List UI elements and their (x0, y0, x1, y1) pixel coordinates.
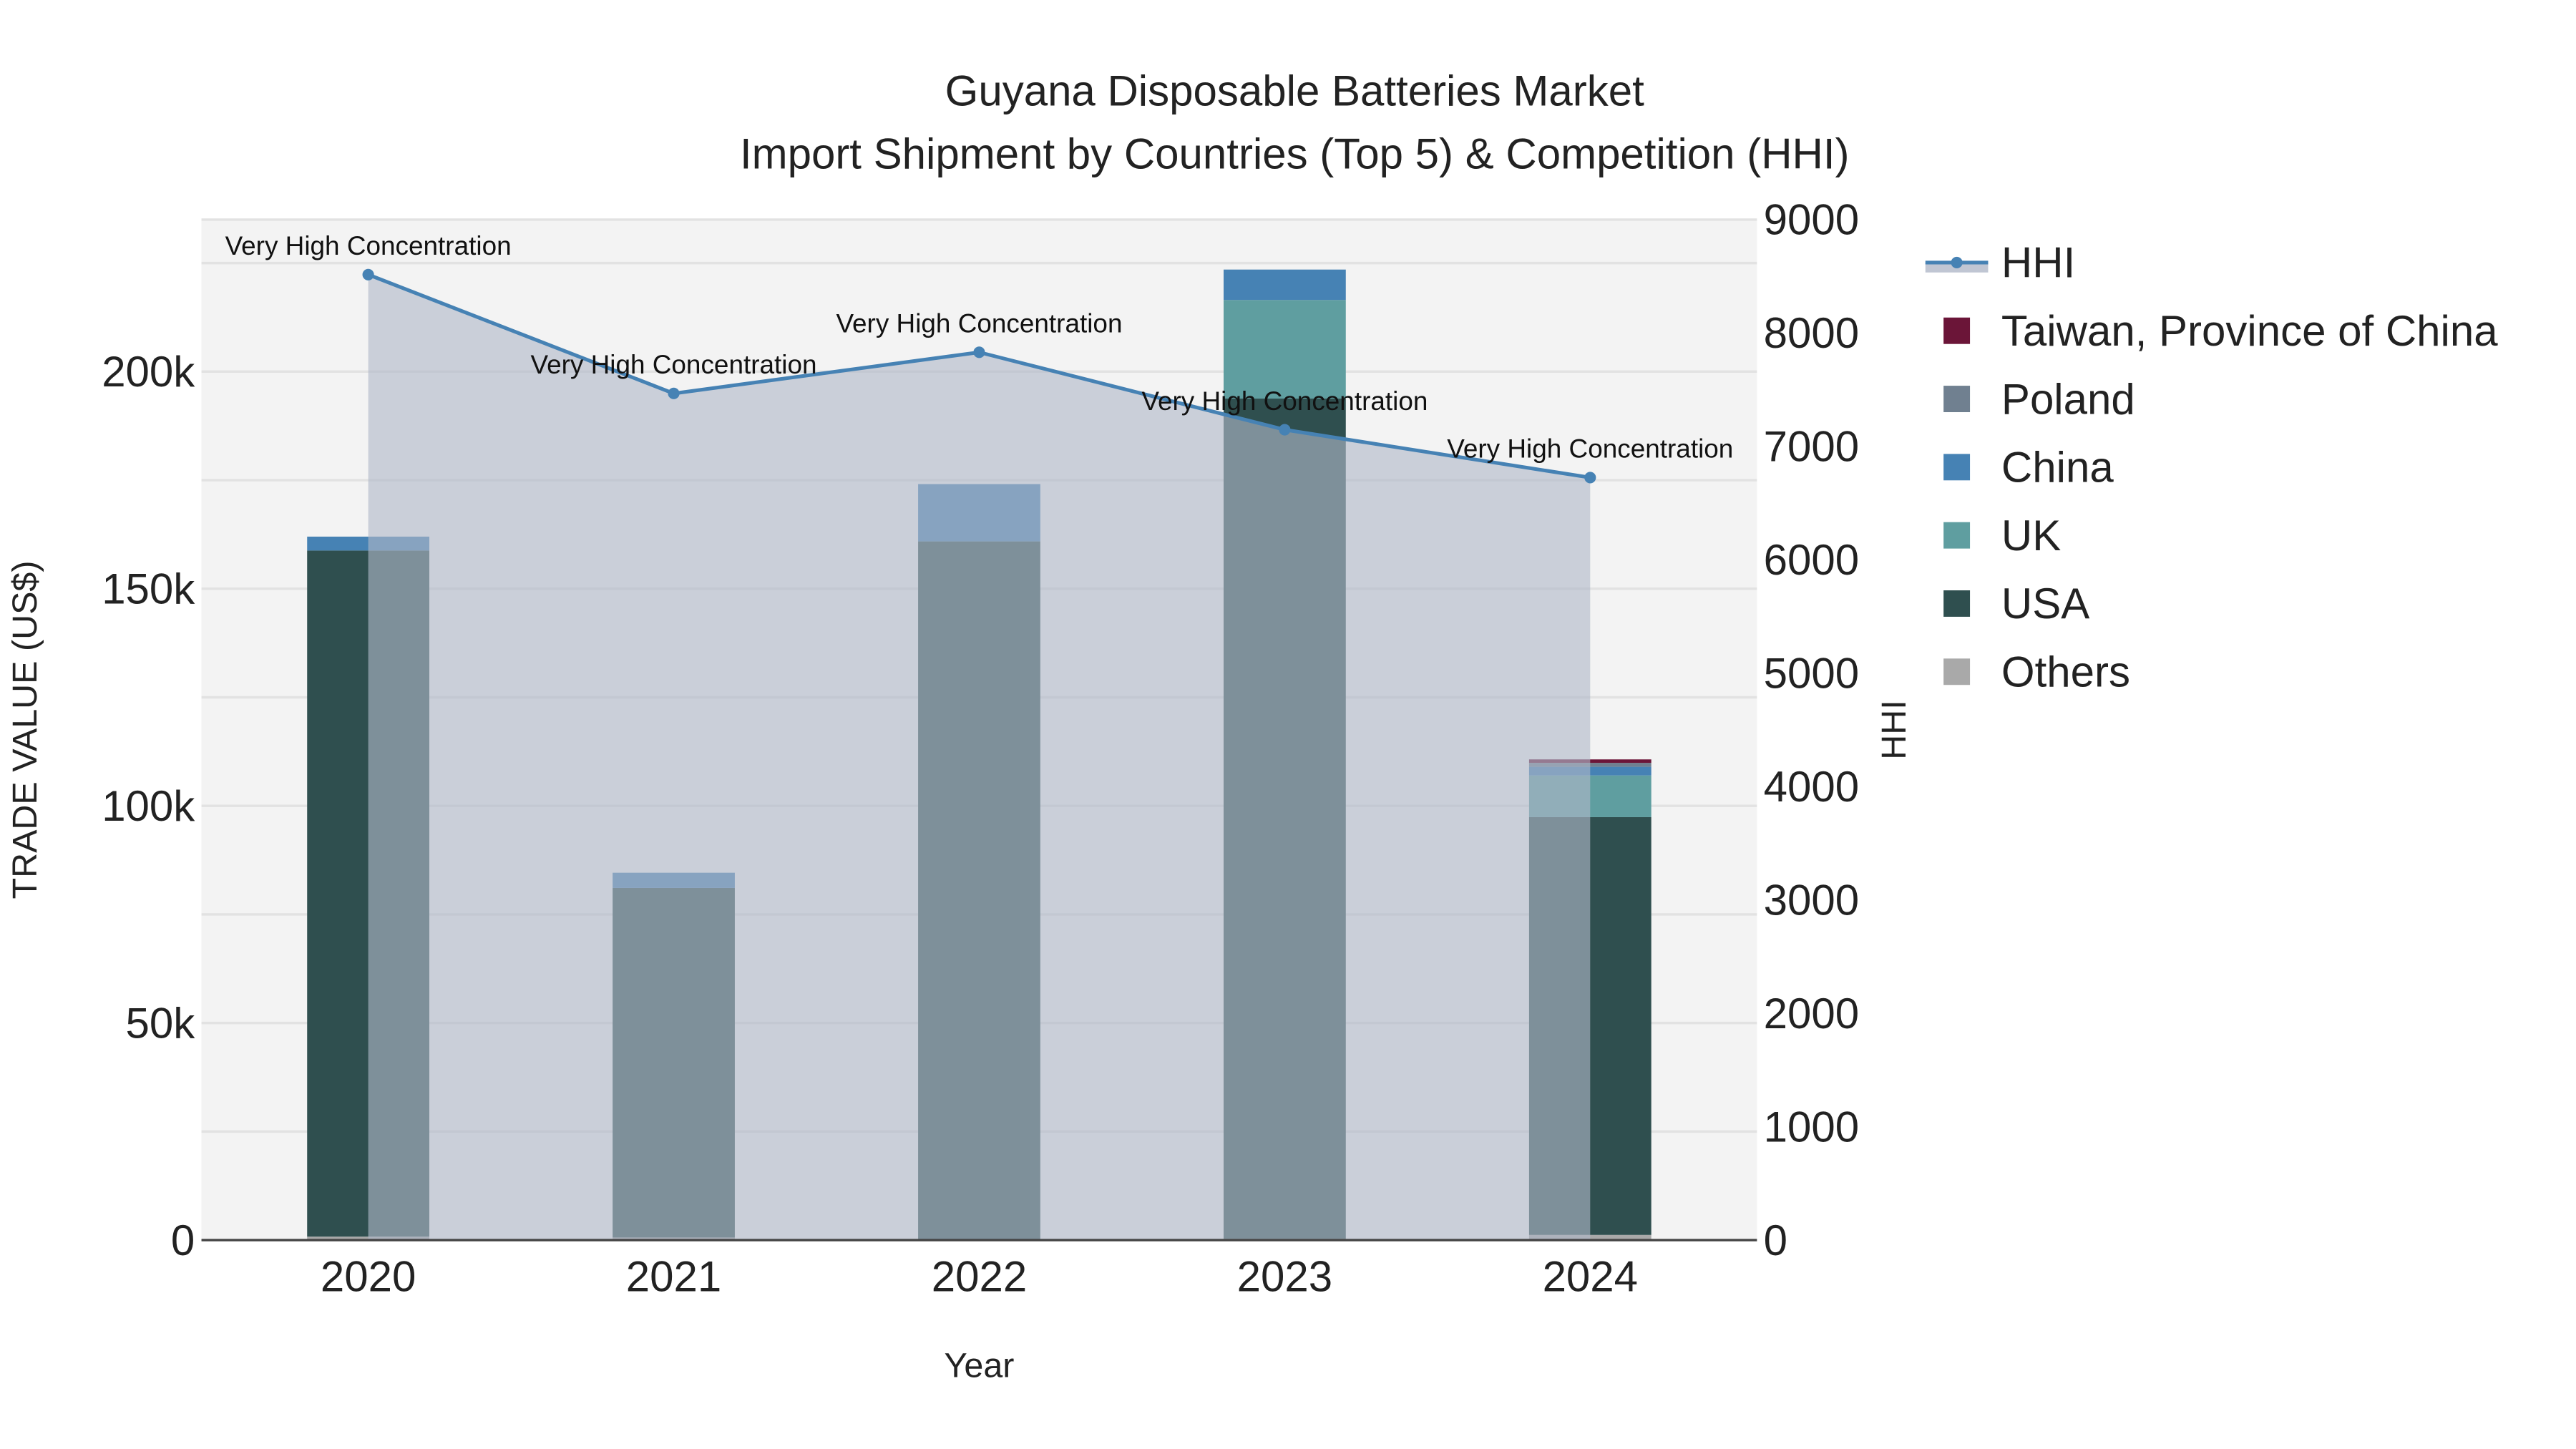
hhi-annotation: Very High Concentration (836, 309, 1122, 338)
y2-tick-label: 9000 (1764, 196, 1859, 244)
y2-tick-label: 3000 (1764, 876, 1859, 924)
y-tick-label: 50k (126, 999, 196, 1047)
y-tick-label: 150k (102, 565, 195, 613)
legend-item[interactable]: China (2001, 444, 2114, 492)
x-tick-label: 2024 (1543, 1253, 1638, 1301)
legend-swatch (1943, 454, 1971, 481)
hhi-point-2023[interactable] (1279, 424, 1291, 436)
hhi-point-2020[interactable] (362, 268, 374, 280)
y-tick-label: 0 (171, 1216, 195, 1264)
legend-item[interactable]: UK (2001, 512, 2061, 560)
legend-swatch (1943, 522, 1971, 549)
y2-axis-title: HHI (1875, 700, 1913, 759)
y2-tick-label: 1000 (1764, 1103, 1859, 1151)
legend: HHI Taiwan, Province of China Poland China U… (1925, 239, 2498, 696)
hhi-annotation: Very High Concentration (531, 350, 817, 379)
legend-swatch (1943, 590, 1971, 617)
y-tick-label: 100k (102, 782, 195, 830)
legend-swatch (1943, 658, 1971, 686)
legend-item[interactable]: Taiwan, Province of China (2001, 307, 2498, 355)
legend-item[interactable]: HHI (2001, 239, 2075, 287)
chart-subtitle: Import Shipment by Countries (Top 5) & C… (740, 130, 1850, 177)
legend-item[interactable]: Others (2001, 648, 2130, 696)
hhi-annotation: Very High Concentration (1141, 386, 1428, 416)
x-tick-label: 2020 (321, 1253, 416, 1301)
x-axis-title: Year (945, 1347, 1015, 1385)
y-tick-label: 200k (102, 348, 195, 396)
chart-title: Guyana Disposable Batteries Market (945, 67, 1644, 115)
hhi-point-2021[interactable] (668, 387, 680, 399)
y2-tick-label: 2000 (1764, 990, 1859, 1038)
hhi-point-2022[interactable] (973, 346, 985, 358)
chart: Very High Concentration Very High Concent… (6, 67, 2498, 1385)
y2-tick-label: 5000 (1764, 650, 1859, 698)
hhi-annotation: Very High Concentration (1447, 434, 1733, 464)
y2-tick-label: 4000 (1764, 763, 1859, 811)
x-tick-label: 2021 (626, 1253, 721, 1301)
y2-tick-label: 6000 (1764, 536, 1859, 584)
bar-uk-2023[interactable] (1224, 300, 1346, 399)
y2-tick-label: 0 (1764, 1216, 1787, 1264)
bar-china-2023[interactable] (1224, 269, 1346, 301)
x-tick-label: 2022 (932, 1253, 1027, 1301)
y2-tick-label: 7000 (1764, 423, 1859, 471)
y2-tick-label: 8000 (1764, 309, 1859, 357)
legend-item[interactable]: USA (2001, 580, 2089, 628)
legend-swatch-hhi-marker (1951, 256, 1963, 268)
legend-swatch (1943, 386, 1971, 412)
y-axis-title: TRADE VALUE (US$) (6, 561, 44, 899)
legend-swatch (1943, 317, 1971, 344)
x-tick-label: 2023 (1237, 1253, 1332, 1301)
legend-item[interactable]: Poland (2001, 375, 2135, 423)
hhi-annotation: Very High Concentration (225, 231, 512, 260)
hhi-point-2024[interactable] (1584, 472, 1596, 484)
